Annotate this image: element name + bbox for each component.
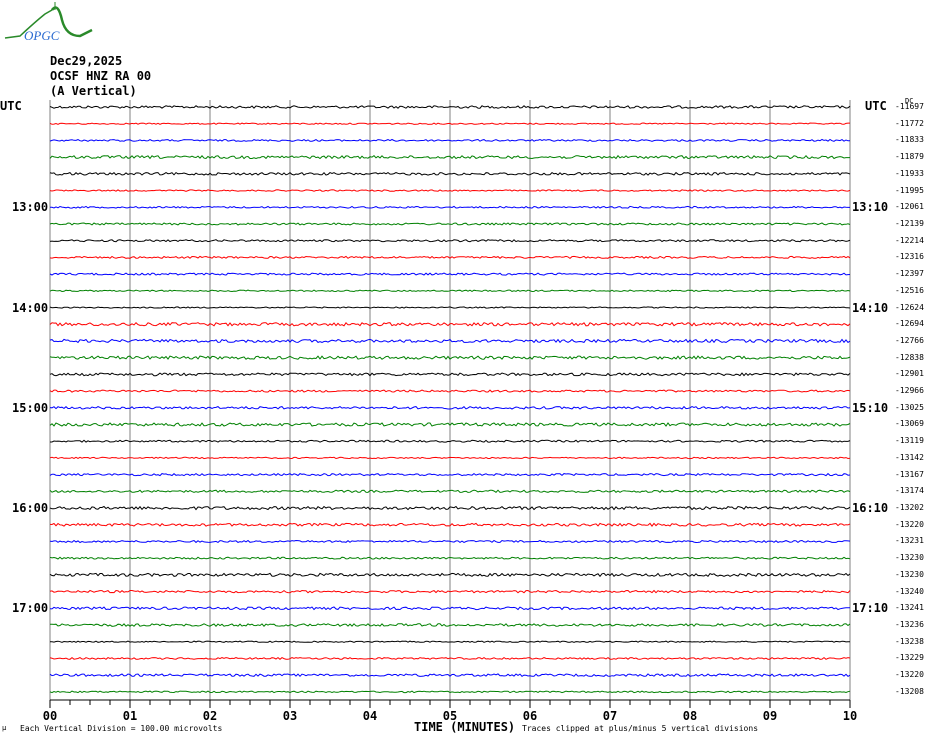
dc-offset-label: -13236 bbox=[895, 620, 924, 629]
dc-offset-label: -12624 bbox=[895, 302, 924, 312]
clip-note: Traces clipped at plus/minus 5 vertical … bbox=[522, 724, 759, 733]
helicorder-plot bbox=[49, 100, 851, 708]
trace-row-11 bbox=[49, 289, 851, 293]
dc-offset-label: -11995 bbox=[895, 185, 924, 195]
dc-offset-label: -13229 bbox=[895, 653, 924, 663]
x-tick-label: 07 bbox=[602, 709, 618, 723]
x-tick-label: 08 bbox=[682, 709, 698, 723]
x-tick-label: 04 bbox=[362, 709, 378, 723]
dc-offset-label: -12061 bbox=[895, 202, 924, 212]
dc-offset-label: -13174 bbox=[895, 486, 924, 496]
x-tick-label: 00 bbox=[42, 709, 58, 723]
dc-offset-label: -12397 bbox=[895, 269, 924, 279]
x-tick-label: 01 bbox=[122, 709, 138, 723]
right-time-label: 15:10 bbox=[852, 400, 889, 415]
left-time-label: 13:00 bbox=[12, 200, 49, 215]
dc-offset-label: -12966 bbox=[895, 386, 924, 396]
dc-offset-label: -13231 bbox=[895, 536, 924, 546]
dc-offset-label: -13025 bbox=[895, 402, 924, 412]
right-time-label: 13:10 bbox=[852, 200, 889, 215]
dc-offset-label: -12316 bbox=[895, 252, 924, 262]
dc-offset-label: -12901 bbox=[895, 369, 924, 379]
dc-offset-label: -13142 bbox=[895, 452, 924, 462]
dc-offset-label: -13202 bbox=[895, 503, 924, 513]
left-time-label: 17:00 bbox=[12, 601, 49, 616]
dc-offset-label: -12214 bbox=[895, 235, 924, 245]
dc-offset-label: -11933 bbox=[895, 168, 924, 178]
dc-offset-label: -11772 bbox=[895, 118, 924, 128]
dc-offset-label: -12516 bbox=[895, 285, 924, 295]
dc-offset-label: -13240 bbox=[895, 586, 924, 596]
x-tick-label: 09 bbox=[762, 709, 778, 723]
left-time-label: 14:00 bbox=[12, 300, 49, 315]
dc-offset-label: -12139 bbox=[895, 218, 924, 228]
helicorder-page: OPGC Dec29,2025 OCSF HNZ RA 00 (A Vertic… bbox=[0, 0, 930, 744]
dc-offset-label: -11697 bbox=[895, 102, 924, 111]
vertical-division-note: Each Vertical Division = 100.00 microvol… bbox=[20, 724, 223, 733]
dc-offset-label: -11833 bbox=[895, 135, 924, 145]
dc-offset-label: -13208 bbox=[895, 686, 924, 696]
left-time-label: 16:00 bbox=[12, 501, 49, 516]
dc-offset-label: -12838 bbox=[895, 352, 924, 362]
dc-offset-label: -13241 bbox=[895, 603, 924, 613]
dc-offset-label: -13238 bbox=[895, 636, 924, 646]
dc-offset-label: -11879 bbox=[895, 152, 924, 162]
dc-offset-label: -13230 bbox=[895, 553, 924, 563]
dc-offset-label: -13119 bbox=[895, 436, 924, 446]
dc-offset-label: -13167 bbox=[895, 469, 924, 479]
dc-offset-label: -13220 bbox=[895, 519, 924, 529]
right-time-label: 16:10 bbox=[852, 501, 889, 516]
dc-offset-label: -13220 bbox=[895, 670, 924, 680]
left-time-label: 15:00 bbox=[12, 400, 49, 415]
dc-offset-label: -13069 bbox=[895, 419, 924, 429]
x-axis-label: TIME (MINUTES) bbox=[414, 720, 516, 734]
x-tick-label: 06 bbox=[522, 709, 538, 723]
mu-icon: μ bbox=[2, 724, 7, 732]
dc-offset-label: -12694 bbox=[895, 319, 924, 329]
x-tick-label: 03 bbox=[282, 709, 298, 723]
dc-offset-label: -12766 bbox=[895, 335, 924, 345]
dc-offset-label: -13230 bbox=[895, 569, 924, 579]
right-time-label: 14:10 bbox=[852, 300, 889, 315]
x-tick-label: 02 bbox=[202, 709, 218, 723]
right-time-label: 17:10 bbox=[852, 601, 889, 616]
x-tick-label: 10 bbox=[842, 709, 858, 723]
